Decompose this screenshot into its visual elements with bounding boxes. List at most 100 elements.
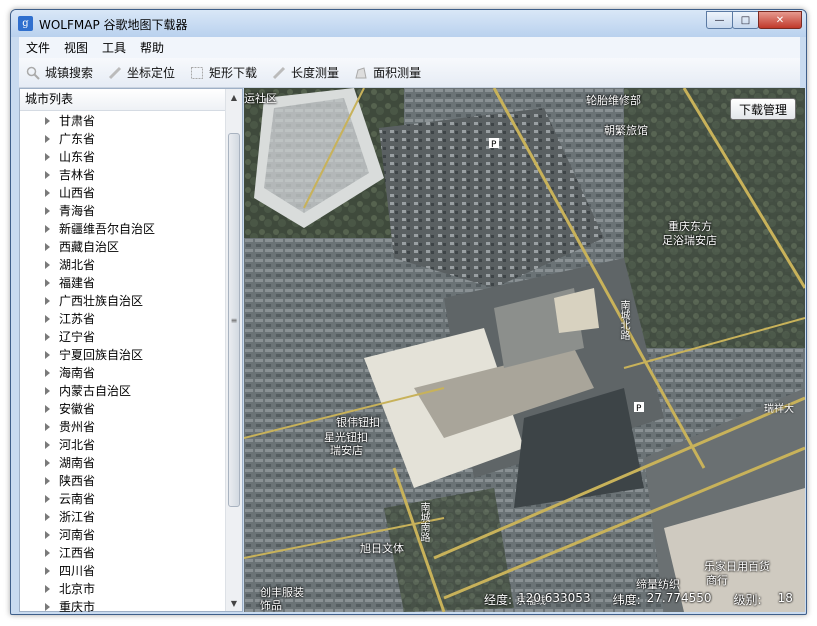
city-tree-item[interactable]: 新疆维吾尔自治区 — [20, 220, 225, 238]
menu-tools[interactable]: 工具 — [95, 39, 133, 56]
expand-arrow-icon[interactable] — [45, 369, 50, 377]
city-tree-item[interactable]: 山西省 — [20, 184, 225, 202]
scroll-down-arrow-icon[interactable]: ▼ — [226, 595, 242, 611]
minimize-button[interactable]: — — [706, 11, 733, 29]
parking-marker-2: P — [636, 404, 642, 414]
road-label-east: 瑞祥大 — [764, 404, 794, 415]
app-icon: g — [18, 16, 33, 31]
city-tree-item[interactable]: 浙江省 — [20, 508, 225, 526]
expand-arrow-icon[interactable] — [45, 603, 50, 611]
city-tree-item[interactable]: 青海省 — [20, 202, 225, 220]
city-tree-item[interactable]: 宁夏回族自治区 — [20, 346, 225, 364]
scroll-thumb[interactable]: ≡ — [228, 133, 240, 507]
area-measure-label: 面积测量 — [373, 66, 422, 80]
expand-arrow-icon[interactable] — [45, 351, 50, 359]
city-tree-item-label: 海南省 — [59, 366, 96, 380]
poi-label: 旭日文体 — [360, 542, 404, 555]
expand-arrow-icon[interactable] — [45, 153, 50, 161]
longitude-label: 经度: — [484, 593, 513, 607]
expand-arrow-icon[interactable] — [45, 441, 50, 449]
city-tree-item[interactable]: 陕西省 — [20, 472, 225, 490]
city-tree-item-label: 青海省 — [59, 204, 96, 218]
city-tree-item-label: 新疆维吾尔自治区 — [59, 222, 156, 236]
area-measure-button[interactable]: 面积测量 — [353, 64, 421, 81]
length-measure-label: 长度测量 — [291, 66, 340, 80]
expand-arrow-icon[interactable] — [45, 189, 50, 197]
city-tree-item-label: 甘肃省 — [59, 114, 96, 128]
city-tree-item[interactable]: 广东省 — [20, 130, 225, 148]
expand-arrow-icon[interactable] — [45, 513, 50, 521]
expand-arrow-icon[interactable] — [45, 297, 50, 305]
town-search-label: 城镇搜索 — [45, 66, 94, 80]
close-button[interactable]: ✕ — [758, 11, 802, 29]
expand-arrow-icon[interactable] — [45, 495, 50, 503]
menu-view[interactable]: 视图 — [57, 39, 95, 56]
expand-arrow-icon[interactable] — [45, 225, 50, 233]
city-tree-item[interactable]: 西藏自治区 — [20, 238, 225, 256]
coordinate-locate-label: 坐标定位 — [127, 66, 176, 80]
city-tree-item[interactable]: 湖南省 — [20, 454, 225, 472]
expand-arrow-icon[interactable] — [45, 333, 50, 341]
city-tree-item[interactable]: 海南省 — [20, 364, 225, 382]
menu-file[interactable]: 文件 — [19, 39, 57, 56]
city-tree-item[interactable]: 广西壮族自治区 — [20, 292, 225, 310]
city-tree-item[interactable]: 四川省 — [20, 562, 225, 580]
expand-arrow-icon[interactable] — [45, 243, 50, 251]
city-tree-item[interactable]: 江西省 — [20, 544, 225, 562]
city-tree-item-label: 安徽省 — [59, 402, 96, 416]
expand-arrow-icon[interactable] — [45, 171, 50, 179]
expand-arrow-icon[interactable] — [45, 117, 50, 125]
length-measure-button[interactable]: 长度测量 — [271, 64, 339, 81]
expand-arrow-icon[interactable] — [45, 585, 50, 593]
expand-arrow-icon[interactable] — [45, 135, 50, 143]
city-list-scrollbar[interactable]: ▲ ≡ ▼ — [225, 89, 242, 611]
expand-arrow-icon[interactable] — [45, 459, 50, 467]
poi-label: 运社区 — [244, 92, 277, 105]
rectangle-download-button[interactable]: 矩形下载 — [189, 64, 257, 81]
poi-label: 饰品 — [260, 599, 282, 612]
road-label-south: 南城南路 — [418, 502, 429, 542]
city-tree-item[interactable]: 贵州省 — [20, 418, 225, 436]
expand-arrow-icon[interactable] — [45, 423, 50, 431]
expand-arrow-icon[interactable] — [45, 549, 50, 557]
city-tree-item[interactable]: 湖北省 — [20, 256, 225, 274]
city-tree-item-label: 内蒙古自治区 — [59, 384, 132, 398]
expand-arrow-icon[interactable] — [45, 279, 50, 287]
expand-arrow-icon[interactable] — [45, 207, 50, 215]
satellite-map[interactable]: P P 轮胎维修部 朝繁旅馆 重庆东方 足浴瑞安店 银伟钮扣 星光钮扣 瑞安店 … — [244, 88, 805, 612]
expand-arrow-icon[interactable] — [45, 531, 50, 539]
coordinate-status: 经度: 120.633053 纬度: 27.774550 级别: 18 — [484, 591, 799, 608]
latitude-label: 纬度: — [612, 593, 641, 607]
expand-arrow-icon[interactable] — [45, 405, 50, 413]
download-manager-button[interactable]: 下载管理 — [730, 98, 796, 120]
city-tree-item[interactable]: 重庆市 — [20, 598, 225, 612]
city-tree-item[interactable]: 云南省 — [20, 490, 225, 508]
city-tree-item[interactable]: 河北省 — [20, 436, 225, 454]
expand-arrow-icon[interactable] — [45, 477, 50, 485]
city-tree-item[interactable]: 北京市 — [20, 580, 225, 598]
title-bar[interactable]: g WOLFMAP 谷歌地图下载器 — □ ✕ — [11, 10, 806, 37]
city-tree-item[interactable]: 安徽省 — [20, 400, 225, 418]
expand-arrow-icon[interactable] — [45, 387, 50, 395]
city-tree-item[interactable]: 江苏省 — [20, 310, 225, 328]
city-tree-item[interactable]: 内蒙古自治区 — [20, 382, 225, 400]
expand-arrow-icon[interactable] — [45, 261, 50, 269]
menu-help[interactable]: 帮助 — [133, 39, 171, 56]
city-tree-item[interactable]: 辽宁省 — [20, 328, 225, 346]
town-search-button[interactable]: 城镇搜索 — [25, 64, 93, 81]
maximize-button[interactable]: □ — [732, 11, 759, 29]
coordinate-locate-button[interactable]: 坐标定位 — [107, 64, 175, 81]
city-tree-item-label: 福建省 — [59, 276, 96, 290]
expand-arrow-icon[interactable] — [45, 315, 50, 323]
city-tree-item[interactable]: 福建省 — [20, 274, 225, 292]
main-window: g WOLFMAP 谷歌地图下载器 — □ ✕ 文件 视图 工具 帮助 城镇搜索… — [10, 9, 807, 615]
city-tree-item[interactable]: 山东省 — [20, 148, 225, 166]
city-tree-item[interactable]: 吉林省 — [20, 166, 225, 184]
pencil-icon — [107, 65, 123, 81]
city-tree-item-label: 江苏省 — [59, 312, 96, 326]
scroll-up-arrow-icon[interactable]: ▲ — [226, 89, 242, 105]
expand-arrow-icon[interactable] — [45, 567, 50, 575]
city-tree-item[interactable]: 甘肃省 — [20, 112, 225, 130]
city-tree-item[interactable]: 河南省 — [20, 526, 225, 544]
poi-label: 朝繁旅馆 — [604, 124, 648, 137]
